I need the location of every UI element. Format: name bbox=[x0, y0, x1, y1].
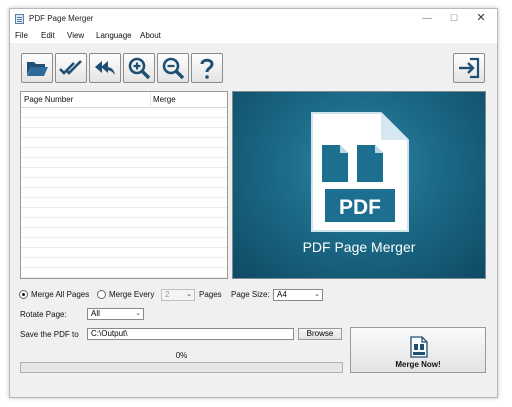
rotate-value: All bbox=[91, 309, 100, 318]
merge-every-label: Merge Every bbox=[109, 290, 155, 299]
check-all-icon bbox=[59, 60, 82, 75]
page-list-header: Page Number Merge bbox=[21, 92, 227, 108]
menu-edit[interactable]: Edit bbox=[41, 31, 55, 40]
merge-every-select[interactable]: 2 ⌄ bbox=[161, 289, 195, 301]
minimize-button[interactable]: — bbox=[414, 11, 440, 26]
merge-now-button[interactable]: Merge Now! bbox=[350, 327, 486, 373]
browse-button[interactable]: Browse bbox=[298, 328, 342, 340]
menu-about[interactable]: About bbox=[140, 31, 161, 40]
merge-all-radio[interactable] bbox=[19, 290, 28, 299]
pdf-document-icon: PDF bbox=[311, 112, 409, 232]
close-button[interactable]: ✕ bbox=[468, 11, 494, 26]
reverse-button[interactable] bbox=[89, 53, 121, 83]
zoom-in-icon bbox=[128, 57, 151, 80]
page-size-value: A4 bbox=[277, 290, 287, 299]
window-title: PDF Page Merger bbox=[29, 14, 94, 23]
maximize-button[interactable]: ☐ bbox=[441, 11, 467, 26]
column-page-number[interactable]: Page Number bbox=[24, 95, 73, 104]
merge-every-radio[interactable] bbox=[97, 290, 106, 299]
app-window: PDF Page Merger — ☐ ✕ File Edit View Lan… bbox=[9, 8, 498, 398]
pages-label: Pages bbox=[199, 290, 222, 299]
page-size-label: Page Size: bbox=[231, 290, 270, 299]
app-icon bbox=[15, 14, 24, 24]
open-button[interactable] bbox=[21, 53, 53, 83]
chevron-down-icon: ⌄ bbox=[135, 310, 141, 317]
page-list[interactable]: Page Number Merge bbox=[20, 91, 228, 279]
pdf-badge-text: PDF bbox=[339, 196, 381, 219]
page-size-select[interactable]: A4 ⌄ bbox=[273, 289, 323, 301]
merge-all-label: Merge All Pages bbox=[31, 290, 90, 299]
zoom-out-icon bbox=[162, 57, 185, 80]
merge-now-label: Merge Now! bbox=[395, 360, 441, 369]
help-icon bbox=[200, 58, 214, 79]
save-label: Save the PDF to bbox=[20, 330, 79, 339]
exit-button[interactable] bbox=[453, 53, 485, 83]
column-merge[interactable]: Merge bbox=[153, 95, 176, 104]
help-button[interactable] bbox=[191, 53, 223, 83]
menu-language[interactable]: Language bbox=[96, 31, 132, 40]
chevron-down-icon: ⌄ bbox=[186, 291, 192, 298]
save-path-input[interactable]: C:\Output\ bbox=[87, 328, 294, 340]
merge-every-value: 2 bbox=[165, 290, 170, 299]
page-list-rows bbox=[21, 108, 227, 278]
progress-bar bbox=[20, 362, 343, 373]
menu-bar: File Edit View Language About bbox=[10, 29, 497, 43]
open-folder-icon bbox=[27, 62, 48, 76]
rotate-label: Rotate Page: bbox=[20, 310, 67, 319]
progress-label: 0% bbox=[175, 351, 188, 360]
merge-document-icon bbox=[410, 336, 428, 358]
exit-icon bbox=[459, 57, 480, 79]
zoom-in-button[interactable] bbox=[123, 53, 155, 83]
zoom-out-button[interactable] bbox=[157, 53, 189, 83]
chevron-down-icon: ⌄ bbox=[314, 291, 320, 298]
menu-view[interactable]: View bbox=[67, 31, 84, 40]
toolbar bbox=[10, 45, 497, 85]
select-all-button[interactable] bbox=[55, 53, 87, 83]
title-bar: PDF Page Merger — ☐ ✕ bbox=[10, 9, 497, 29]
menu-file[interactable]: File bbox=[15, 31, 28, 40]
preview-caption: PDF Page Merger bbox=[302, 239, 416, 255]
preview-panel: PDF PDF Page Merger bbox=[232, 91, 486, 279]
rotate-select[interactable]: All ⌄ bbox=[87, 308, 144, 320]
undo-all-icon bbox=[95, 61, 115, 75]
